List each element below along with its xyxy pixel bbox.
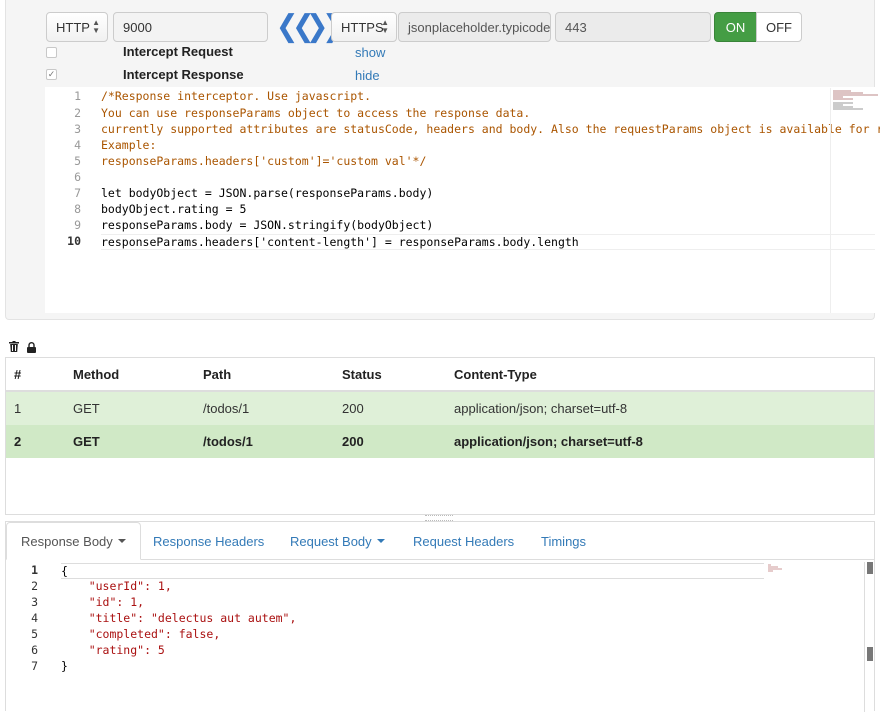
tab-request-body[interactable]: Request Body [290, 522, 385, 560]
off-button[interactable]: OFF [756, 12, 802, 42]
code-line: responseParams.body = JSON.stringify(bod… [101, 218, 434, 232]
tab-timings[interactable]: Timings [541, 522, 586, 560]
scrollbar-thumb[interactable] [867, 562, 873, 574]
code-line: let bodyObject = JSON.parse(responsePara… [101, 186, 434, 200]
intercept-request-checkbox[interactable] [46, 47, 57, 58]
code-line: You can use responseParams object to acc… [101, 106, 531, 120]
remote-host-input[interactable]: jsonplaceholder.typicode.com [398, 12, 551, 42]
line-number: 6 [74, 170, 81, 184]
response-body-viewer[interactable]: 1 2 3 4 5 6 7 { "userId": 1, "id": 1, "t… [6, 562, 864, 712]
tab-response-body[interactable]: Response Body [6, 522, 141, 560]
code-line: currently supported attributes are statu… [101, 122, 880, 136]
column-header[interactable]: Method [73, 367, 119, 382]
intercept-response-toggle-link[interactable]: hide [355, 68, 380, 83]
trash-icon[interactable] [9, 341, 19, 355]
select-arrows-icon: ▲ ▼ [92, 18, 100, 35]
line-number: 1 [31, 563, 38, 577]
line-number: 7 [74, 186, 81, 200]
json-line: "userId": 1, [61, 579, 172, 593]
json-line: "title": "delectus aut autem", [61, 611, 297, 625]
json-line: "completed": false, [61, 627, 221, 641]
code-line: responseParams.headers['content-length']… [101, 234, 875, 250]
vertical-scrollbar[interactable] [864, 562, 874, 712]
intercept-request-label: Intercept Request [123, 44, 233, 59]
json-line: "id": 1, [61, 595, 145, 609]
cell-method: GET [73, 401, 100, 416]
tab-request-headers[interactable]: Request Headers [413, 522, 514, 560]
scrollbar-marker [867, 647, 873, 661]
table-row[interactable]: 1 GET /todos/1 200 application/json; cha… [6, 392, 874, 425]
code-line: Example: [101, 138, 157, 152]
cell-status: 200 [342, 434, 364, 449]
on-button[interactable]: ON [714, 12, 757, 42]
line-number: 4 [31, 611, 38, 625]
line-number: 5 [74, 154, 81, 168]
line-number: 8 [74, 202, 81, 216]
column-header[interactable]: Status [342, 367, 382, 382]
table-row-selected[interactable]: 2 GET /todos/1 200 application/json; cha… [6, 425, 874, 458]
cell-method: GET [73, 434, 100, 449]
code-line: /*Response interceptor. Use javascript. [101, 89, 372, 103]
code-line: responseParams.headers['custom']='custom… [101, 154, 427, 168]
json-line: { [61, 563, 764, 579]
select-arrows-icon: ▲ ▼ [381, 18, 389, 35]
column-header[interactable]: # [14, 367, 21, 382]
chevron-left-icon[interactable]: ❮❮ [276, 12, 315, 42]
caret-down-icon [376, 539, 385, 543]
remote-port-input[interactable]: 443 [555, 12, 711, 42]
line-number: 3 [74, 122, 81, 136]
line-number: 4 [74, 138, 81, 152]
cell-path: /todos/1 [203, 434, 253, 449]
cell-index: 2 [14, 434, 22, 449]
requests-table: # Method Path Status Content-Type 1 GET … [5, 357, 875, 515]
column-header[interactable]: Path [203, 367, 231, 382]
line-number: 2 [74, 106, 81, 120]
line-number: 9 [74, 218, 81, 232]
table-header: # Method Path Status Content-Type [6, 358, 874, 392]
intercept-request-toggle-link[interactable]: show [355, 45, 385, 60]
lock-icon[interactable] [27, 341, 36, 356]
column-header[interactable]: Content-Type [454, 367, 537, 382]
cell-content-type: application/json; charset=utf-8 [454, 401, 628, 416]
line-number: 10 [67, 234, 81, 248]
intercept-response-checkbox[interactable]: ✓ [46, 69, 57, 80]
cell-status: 200 [342, 401, 364, 416]
json-line: } [61, 659, 68, 673]
response-interceptor-editor[interactable]: 1 2 3 4 5 6 7 8 9 10 /*Response intercep… [45, 87, 880, 313]
line-number: 3 [31, 595, 38, 609]
caret-down-icon [117, 539, 126, 543]
response-minimap[interactable] [768, 564, 788, 572]
local-protocol-select[interactable]: HTTP ▲ ▼ [46, 12, 108, 42]
remote-protocol-select[interactable]: HTTPS ▲ ▼ [331, 12, 397, 42]
cell-index: 1 [14, 401, 22, 416]
editor-minimap[interactable] [830, 88, 878, 313]
line-number: 6 [31, 643, 38, 657]
json-line: "rating": 5 [61, 643, 165, 657]
code-line: bodyObject.rating = 5 [101, 202, 247, 216]
line-number: 5 [31, 627, 38, 641]
tab-response-headers[interactable]: Response Headers [153, 522, 264, 560]
details-panel: Response Body Response Headers Request B… [5, 521, 875, 712]
line-number: 7 [31, 659, 38, 673]
line-number: 1 [74, 89, 81, 103]
intercept-response-label: Intercept Response [123, 67, 244, 82]
cell-content-type: application/json; charset=utf-8 [454, 434, 643, 449]
local-port-input[interactable]: 9000 [113, 12, 268, 42]
line-number: 2 [31, 579, 38, 593]
cell-path: /todos/1 [203, 401, 250, 416]
